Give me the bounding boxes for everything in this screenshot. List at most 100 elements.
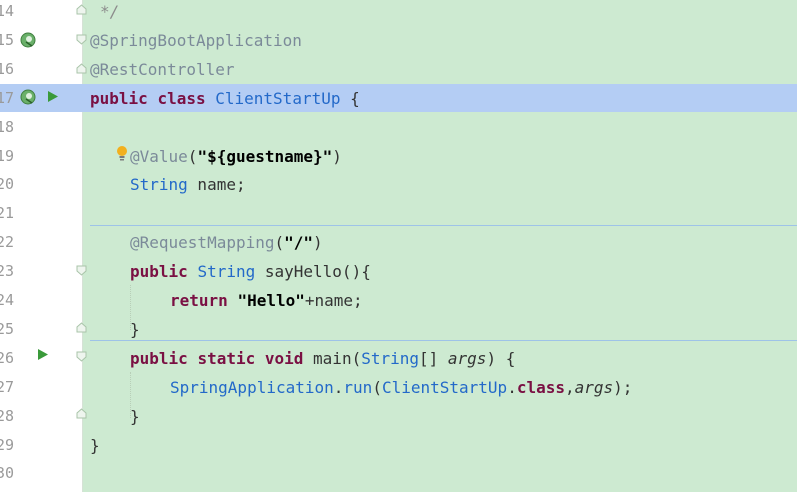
- code-text[interactable]: return "Hello"+name;: [170, 286, 363, 315]
- method-separator: [90, 225, 797, 226]
- code-token: args: [447, 348, 487, 368]
- line-number: 24: [0, 291, 14, 309]
- code-token: public: [130, 262, 188, 282]
- code-token: }: [90, 435, 100, 455]
- code-token: }: [130, 406, 140, 426]
- code-token: }: [130, 319, 140, 339]
- code-token: return: [170, 291, 228, 310]
- code-token: .: [333, 377, 344, 397]
- code-line[interactable]: 16 @RestController: [0, 55, 797, 84]
- code-line[interactable]: 24 return "Hello"+name;: [0, 286, 797, 315]
- code-token: void: [264, 348, 304, 368]
- line-number: 30: [0, 464, 14, 483]
- code-line[interactable]: 27 SpringApplication.run(ClientStartUp.cl…: [0, 373, 797, 402]
- code-token: args: [574, 377, 614, 397]
- code-editor[interactable]: 14 */ 15 @SpringBootApplication 16 @RestContr…: [0, 0, 797, 492]
- method-separator: [90, 340, 797, 341]
- code-text[interactable]: SpringApplication.run(ClientStartUp.clas…: [170, 373, 632, 402]
- code-text[interactable]: public static void main(String[] args) {: [130, 344, 515, 373]
- code-line[interactable]: 29}: [0, 431, 797, 460]
- code-token: @RestController: [90, 59, 235, 79]
- fold-marker-icon[interactable]: [76, 4, 87, 15]
- code-token: (: [187, 146, 198, 166]
- code-line[interactable]: 21: [0, 199, 797, 228]
- code-line[interactable]: 26 public static void main(String[] args)…: [0, 344, 797, 373]
- code-line[interactable]: 14 */: [0, 0, 797, 26]
- code-token: public: [130, 348, 188, 368]
- code-text[interactable]: String name;: [130, 170, 246, 199]
- code-token: .: [507, 377, 517, 397]
- fold-marker-icon[interactable]: [76, 63, 87, 74]
- run-icon[interactable]: [47, 90, 59, 103]
- code-line[interactable]: 15 @SpringBootApplication: [0, 26, 797, 55]
- line-number: 28: [0, 406, 14, 425]
- indent-guide: [130, 372, 131, 418]
- line-number: 25: [0, 319, 14, 338]
- code-token: ClientStartUp: [381, 377, 508, 397]
- code-text[interactable]: @RestController: [90, 55, 235, 84]
- code-token: main(: [303, 348, 362, 368]
- code-line[interactable]: 28}: [0, 402, 797, 431]
- code-token: class: [516, 377, 565, 397]
- code-token: @Value: [130, 146, 188, 166]
- code-token: +name;: [304, 291, 363, 310]
- code-token: public: [90, 88, 148, 108]
- line-number: 22: [0, 233, 14, 252]
- run-icon[interactable]: [37, 348, 49, 361]
- code-token: static: [197, 348, 256, 368]
- code-token: ,: [565, 377, 575, 397]
- code-token: SpringApplication: [170, 377, 334, 397]
- code-token: (: [372, 377, 382, 397]
- code-token: @SpringBootApplication: [90, 30, 302, 50]
- code-token: String: [197, 262, 256, 282]
- lightbulb-icon[interactable]: [116, 145, 128, 161]
- line-number: 16: [0, 59, 14, 78]
- code-token: String: [130, 175, 188, 195]
- fold-marker-icon[interactable]: [76, 408, 87, 419]
- code-token: ): [332, 146, 342, 166]
- code-token: );: [613, 377, 633, 397]
- code-text[interactable]: @RequestMapping("/"): [130, 228, 323, 257]
- code-token: "${guestname}": [197, 146, 333, 166]
- code-line[interactable]: 20 String name;: [0, 170, 797, 199]
- code-token: ) {: [486, 348, 516, 368]
- code-token: ): [313, 233, 323, 253]
- code-text[interactable]: @Value("${guestname}"): [130, 142, 342, 171]
- fold-marker-icon[interactable]: [76, 265, 87, 276]
- spring-bean-icon[interactable]: [20, 89, 36, 105]
- code-line[interactable]: 22 @RequestMapping("/"): [0, 228, 797, 257]
- code-line[interactable]: 30: [0, 459, 797, 488]
- fold-marker-icon[interactable]: [76, 34, 87, 45]
- code-text[interactable]: }: [130, 402, 140, 431]
- code-line[interactable]: 17 public class ClientStartUp {: [0, 83, 797, 113]
- line-number: 14: [0, 2, 14, 20]
- code-token: @RequestMapping: [130, 233, 275, 253]
- code-line[interactable]: 18: [0, 113, 797, 142]
- code-token: class: [157, 88, 206, 108]
- code-token: "Hello": [237, 291, 305, 310]
- line-number: 21: [0, 204, 14, 223]
- line-number: 23: [0, 262, 14, 281]
- line-number: 20: [0, 175, 14, 194]
- code-token: name;: [187, 175, 246, 195]
- code-text[interactable]: public class ClientStartUp {: [90, 84, 360, 113]
- spring-bean-icon[interactable]: [20, 32, 36, 48]
- code-text[interactable]: }: [90, 431, 100, 460]
- indent-guide: [130, 285, 131, 330]
- fold-marker-icon[interactable]: [76, 351, 87, 362]
- code-line[interactable]: 23 public String sayHello(){: [0, 257, 797, 286]
- code-token: {: [340, 88, 360, 108]
- code-token: sayHello(){: [255, 262, 371, 282]
- fold-marker-icon[interactable]: [76, 322, 87, 333]
- code-token: ClientStartUp: [215, 88, 341, 108]
- code-token: (: [274, 233, 285, 253]
- line-number: 29: [0, 435, 14, 454]
- code-text[interactable]: @SpringBootApplication: [90, 26, 302, 55]
- code-text[interactable]: */: [100, 0, 119, 26]
- line-number: 18: [0, 117, 14, 136]
- code-text[interactable]: public String sayHello(){: [130, 257, 371, 286]
- code-token: "/": [284, 233, 314, 253]
